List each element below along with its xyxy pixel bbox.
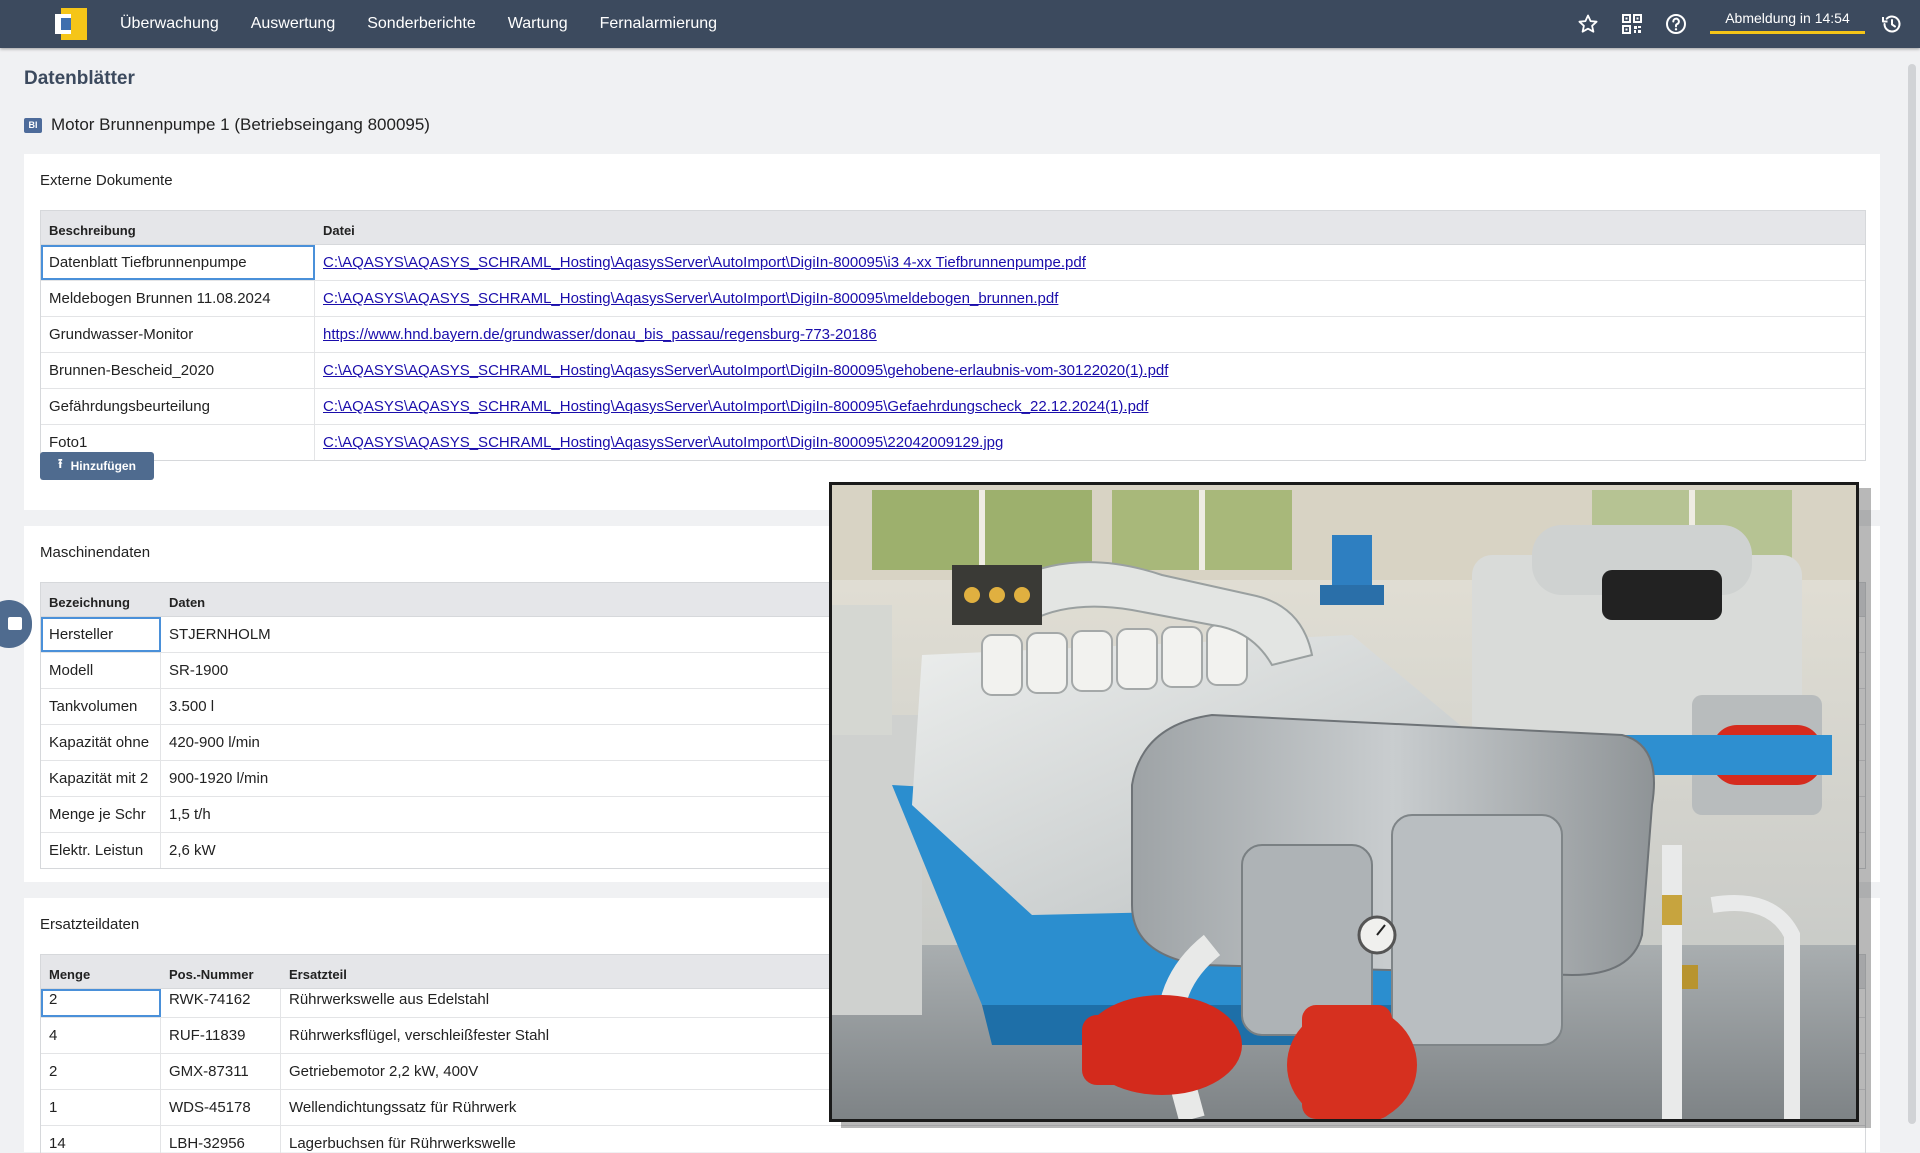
label-cell[interactable]: Elektr. Leistun: [41, 833, 161, 868]
logout-progress-bar: [1710, 31, 1865, 34]
file-link[interactable]: C:\AQASYS\AQASYS_SCHRAML_Hosting\AqasysS…: [323, 254, 1086, 271]
column-header-beschreibung[interactable]: Beschreibung: [41, 211, 315, 244]
qty-cell[interactable]: 4: [41, 1018, 161, 1053]
menu-item-auswertung[interactable]: Auswertung: [235, 0, 352, 48]
description-cell[interactable]: Datenblatt Tiefbrunnenpumpe: [41, 245, 315, 280]
history-icon[interactable]: [1880, 12, 1904, 36]
page-title: Datenblätter: [24, 68, 135, 89]
part-name-cell[interactable]: Lagerbuchsen für Rührwerkswelle: [281, 1126, 1865, 1153]
pos-number-cell[interactable]: LBH-32956: [161, 1126, 281, 1153]
star-icon[interactable]: [1576, 12, 1600, 36]
menu-item-ueberwachung[interactable]: Überwachung: [104, 0, 235, 48]
app-logo[interactable]: [55, 8, 87, 40]
logout-label: Abmeldung in 14:54: [1725, 10, 1850, 26]
menu-item-fernalarmierung[interactable]: Fernalarmierung: [584, 0, 733, 48]
menu-item-wartung[interactable]: Wartung: [492, 0, 584, 48]
column-header-pos-nummer[interactable]: Pos.-Nummer: [161, 955, 281, 988]
machine-section-title: Maschinendaten: [40, 544, 151, 561]
file-link[interactable]: C:\AQASYS\AQASYS_SCHRAML_Hosting\AqasysS…: [323, 362, 1168, 379]
description-cell[interactable]: Gefährdungsbeurteilung: [41, 389, 315, 424]
label-cell[interactable]: Kapazität mit 2: [41, 761, 161, 796]
table-row[interactable]: 14 LBH-32956 Lagerbuchsen für Rührwerksw…: [41, 1126, 1865, 1153]
table-row[interactable]: Datenblatt Tiefbrunnenpumpe C:\AQASYS\AQ…: [41, 245, 1865, 281]
table-row[interactable]: Grundwasser-Monitor https://www.hnd.baye…: [41, 317, 1865, 353]
engine-photo: [832, 485, 1856, 1119]
documents-table: Beschreibung Datei Datenblatt Tiefbrunne…: [40, 210, 1866, 461]
main-menu: Überwachung Auswertung Sonderberichte Wa…: [104, 0, 733, 48]
table-row[interactable]: Meldebogen Brunnen 11.08.2024 C:\AQASYS\…: [41, 281, 1865, 317]
description-cell[interactable]: Brunnen-Bescheid_2020: [41, 353, 315, 388]
file-link[interactable]: C:\AQASYS\AQASYS_SCHRAML_Hosting\AqasysS…: [323, 290, 1058, 307]
pos-number-cell[interactable]: WDS-45178: [161, 1090, 281, 1125]
description-cell[interactable]: Meldebogen Brunnen 11.08.2024: [41, 281, 315, 316]
column-header-bezeichnung[interactable]: Bezeichnung: [41, 583, 161, 616]
qty-cell[interactable]: 2: [41, 1054, 161, 1089]
top-navbar: Überwachung Auswertung Sonderberichte Wa…: [0, 0, 1920, 48]
page-scrollbar[interactable]: [1908, 64, 1916, 1124]
label-cell[interactable]: Kapazität ohne: [41, 725, 161, 760]
qty-cell[interactable]: 14: [41, 1126, 161, 1153]
pos-number-cell[interactable]: RUF-11839: [161, 1018, 281, 1053]
qty-cell[interactable]: 2: [41, 989, 161, 1017]
column-header-menge[interactable]: Menge: [41, 955, 161, 988]
parts-section-title: Ersatzteildaten: [40, 916, 140, 933]
upload-icon: ⭱: [58, 456, 63, 471]
object-title: Motor Brunnenpumpe 1 (Betriebseingang 80…: [51, 115, 430, 134]
column-header-datei[interactable]: Datei: [315, 211, 1865, 244]
add-button-label: Hinzufügen: [70, 459, 136, 473]
table-row[interactable]: Gefährdungsbeurteilung C:\AQASYS\AQASYS_…: [41, 389, 1865, 425]
file-link[interactable]: C:\AQASYS\AQASYS_SCHRAML_Hosting\AqasysS…: [323, 398, 1148, 415]
label-cell[interactable]: Menge je Schr: [41, 797, 161, 832]
object-heading: BI Motor Brunnenpumpe 1 (Betriebseingang…: [24, 113, 430, 137]
object-type-badge: BI: [24, 117, 42, 133]
file-link[interactable]: C:\AQASYS\AQASYS_SCHRAML_Hosting\AqasysS…: [323, 434, 1003, 451]
description-cell[interactable]: Grundwasser-Monitor: [41, 317, 315, 352]
table-header: Beschreibung Datei: [41, 211, 1865, 245]
qty-cell[interactable]: 1: [41, 1090, 161, 1125]
table-row[interactable]: Brunnen-Bescheid_2020 C:\AQASYS\AQASYS_S…: [41, 353, 1865, 389]
camera-icon: [8, 617, 22, 630]
label-cell[interactable]: Tankvolumen: [41, 689, 161, 724]
documents-section-title: Externe Dokumente: [40, 172, 173, 189]
add-document-button[interactable]: ⭱ Hinzufügen: [40, 452, 154, 480]
pos-number-cell[interactable]: RWK-74162: [161, 989, 281, 1017]
pos-number-cell[interactable]: GMX-87311: [161, 1054, 281, 1089]
photo-preview[interactable]: [829, 482, 1859, 1122]
label-cell[interactable]: Modell: [41, 653, 161, 688]
label-cell[interactable]: Hersteller: [41, 617, 161, 652]
menu-item-sonderberichte[interactable]: Sonderberichte: [351, 0, 492, 48]
help-icon[interactable]: [1664, 12, 1688, 36]
table-row[interactable]: Foto1 C:\AQASYS\AQASYS_SCHRAML_Hosting\A…: [41, 425, 1865, 460]
logout-timer[interactable]: Abmeldung in 14:54: [1710, 8, 1865, 34]
file-link[interactable]: https://www.hnd.bayern.de/grundwasser/do…: [323, 326, 877, 343]
documents-card: Externe Dokumente Beschreibung Datei Dat…: [24, 154, 1880, 510]
qr-code-icon[interactable]: [1620, 12, 1644, 36]
